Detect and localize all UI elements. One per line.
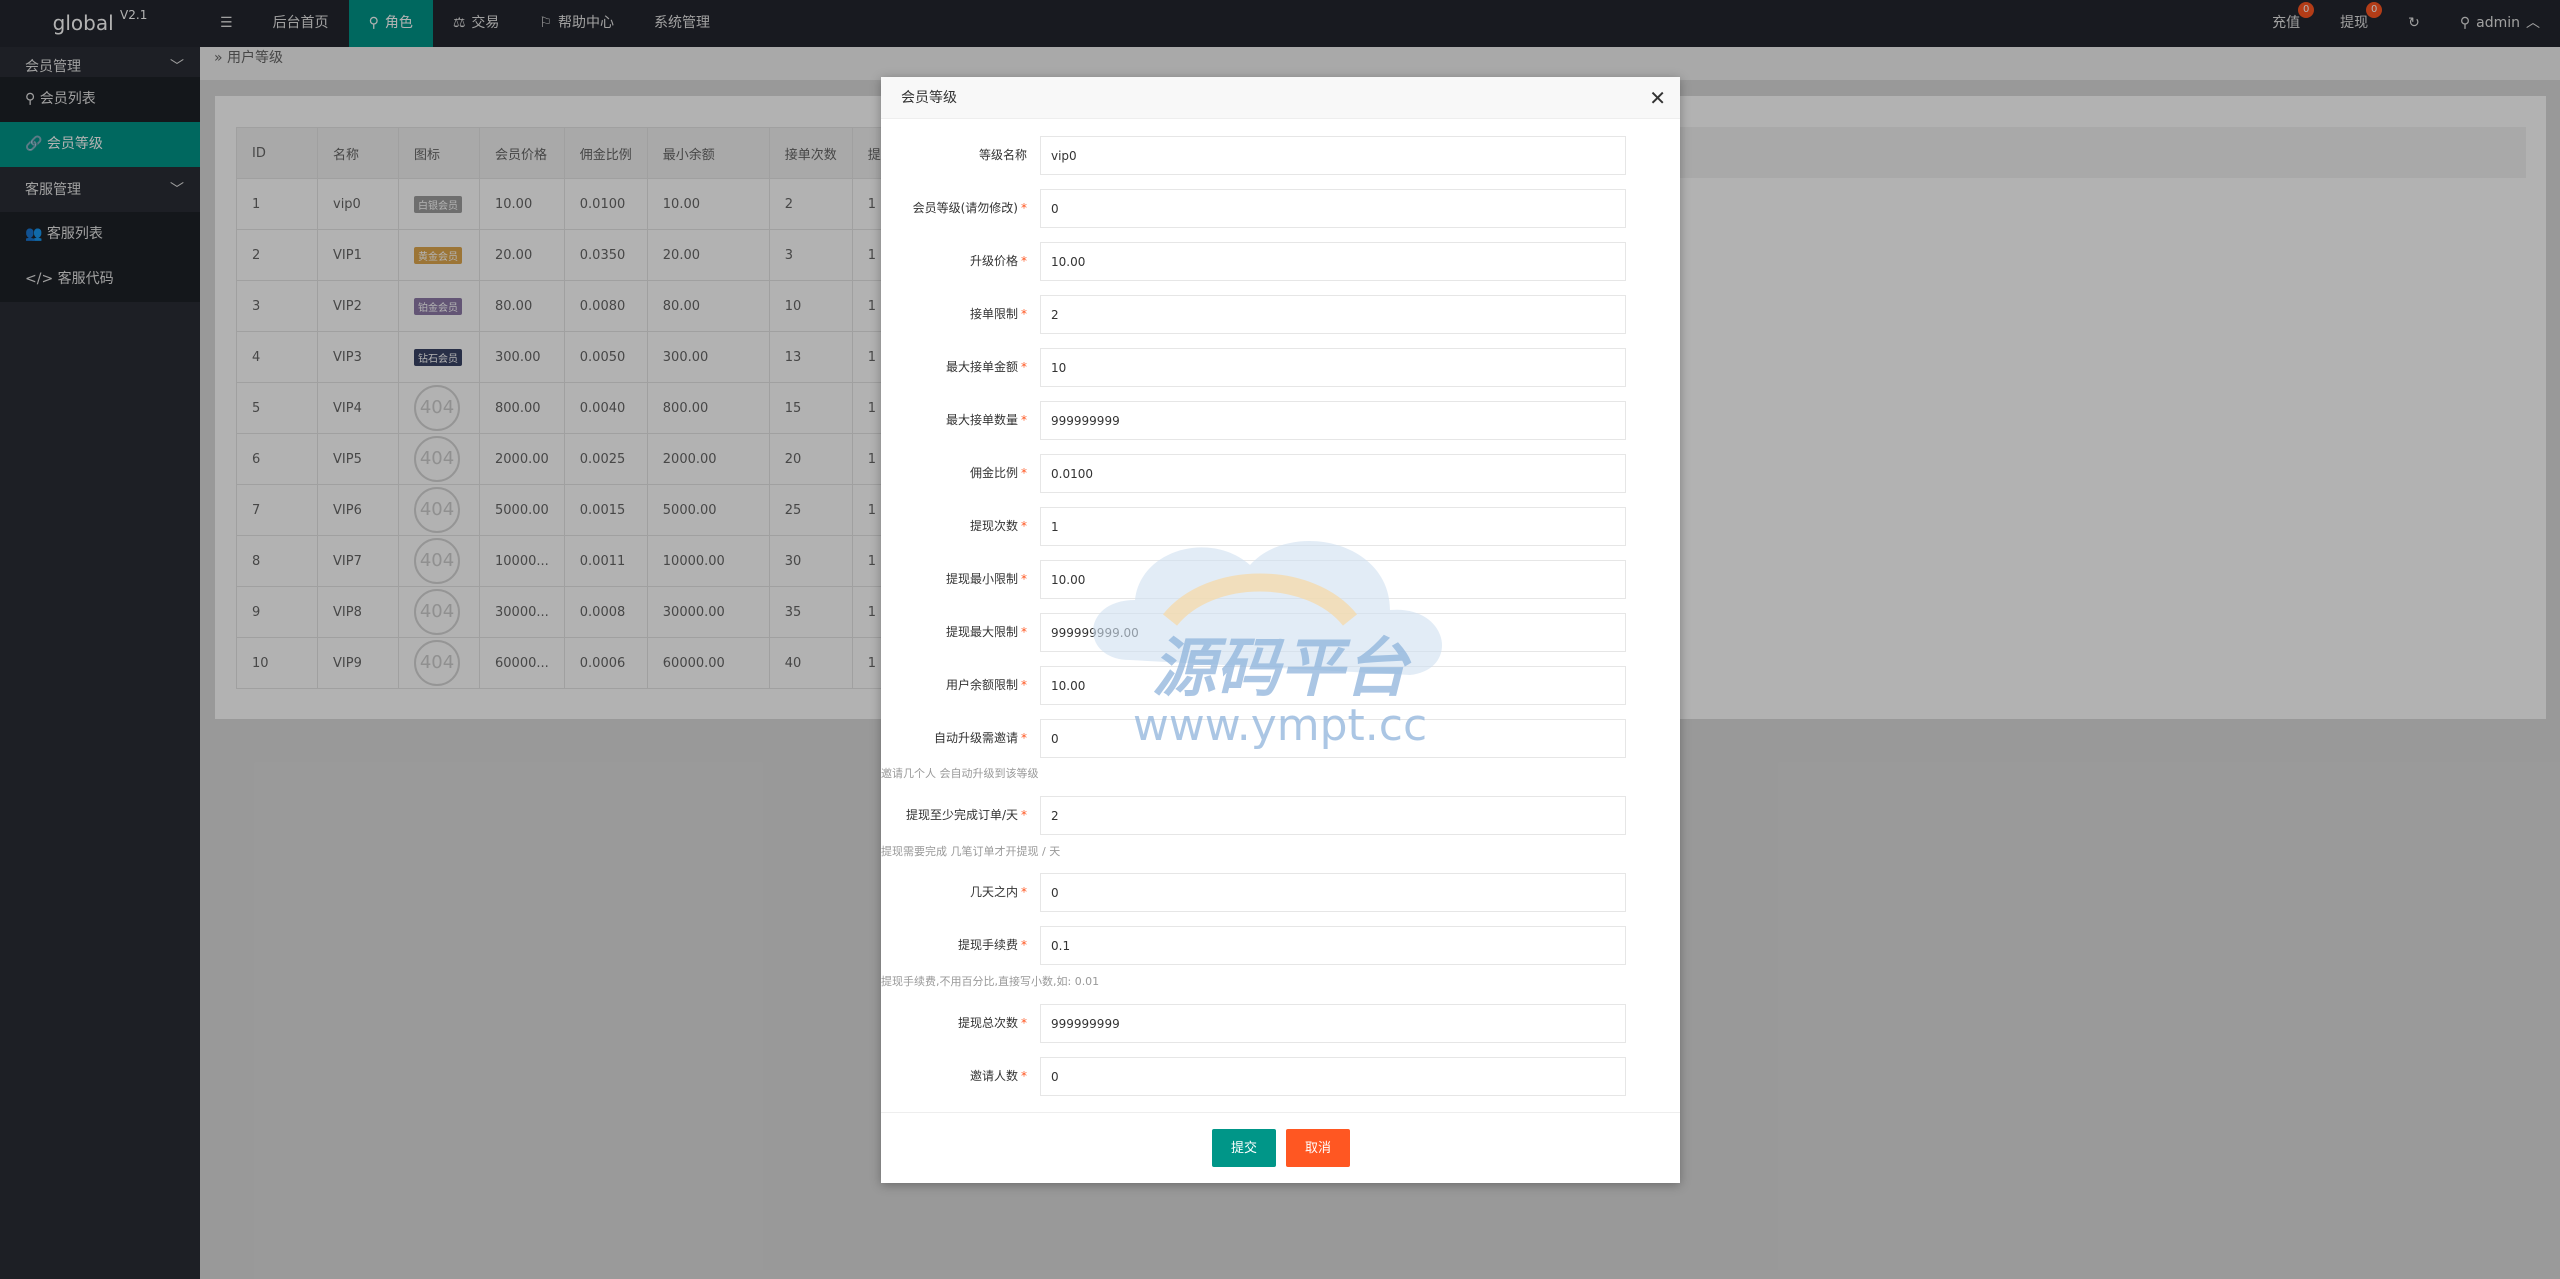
field-input[interactable]	[1040, 719, 1626, 758]
required-marker: *	[1021, 360, 1027, 374]
field-input[interactable]	[1040, 189, 1626, 228]
modal-footer-divider	[881, 1112, 1680, 1113]
form-field: 自动升级需邀请 *	[881, 719, 1680, 758]
required-marker: *	[1021, 678, 1027, 692]
form-field: 几天之内 *	[881, 873, 1680, 912]
required-marker: *	[1021, 625, 1027, 639]
field-input[interactable]	[1040, 295, 1626, 334]
field-input[interactable]	[1040, 1057, 1626, 1096]
field-input[interactable]	[1040, 613, 1626, 652]
field-input[interactable]	[1040, 926, 1626, 965]
field-label: 佣金比例 *	[969, 466, 1027, 480]
field-label: 升级价格 *	[969, 254, 1027, 268]
form-field: 提现至少完成订单/天 *	[881, 796, 1680, 835]
form-field: 会员等级(请勿修改) *	[881, 189, 1680, 228]
required-marker: *	[1021, 808, 1027, 822]
hint-withdraw: 提现需要完成 几笔订单才开提现 / 天	[881, 845, 1061, 858]
field-input[interactable]	[1040, 507, 1626, 546]
form-field: 最大接单金额 *	[881, 348, 1680, 387]
field-input[interactable]	[1040, 454, 1626, 493]
modal-title: 会员等级	[881, 77, 1680, 119]
field-label: 接单限制 *	[969, 307, 1027, 321]
form-field: 用户余额限制 *	[881, 666, 1680, 705]
required-marker: *	[1021, 466, 1027, 480]
level-edit-modal: 会员等级 ✕ 等级名称会员等级(请勿修改)* 升级价格* 接单限制* 最大接单金额* 最…	[881, 77, 1680, 1183]
required-marker: *	[1021, 519, 1027, 533]
required-marker: *	[1021, 254, 1027, 268]
required-marker: *	[1021, 201, 1027, 215]
form-field: 最大接单数量 *	[881, 401, 1680, 440]
field-input[interactable]	[1040, 1004, 1626, 1043]
field-label: 用户余额限制 *	[945, 678, 1027, 692]
field-input[interactable]	[1040, 401, 1626, 440]
form-field: 提现次数 *	[881, 507, 1680, 546]
field-input[interactable]	[1040, 136, 1626, 175]
field-label: 提现手续费 *	[957, 938, 1027, 952]
field-label: 提现次数 *	[969, 519, 1027, 533]
field-label: 自动升级需邀请 *	[933, 731, 1027, 745]
field-input[interactable]	[1040, 873, 1626, 912]
required-marker: *	[1021, 572, 1027, 586]
field-label: 最大接单数量 *	[945, 413, 1027, 427]
field-label: 邀请人数 *	[969, 1069, 1027, 1083]
field-label: 提现最小限制 *	[945, 572, 1027, 586]
required-marker: *	[1021, 885, 1027, 899]
hint-fee: 提现手续费,不用百分比,直接写小数,如: 0.01	[881, 975, 1100, 988]
field-label: 会员等级(请勿修改) *	[912, 201, 1027, 215]
field-input[interactable]	[1040, 242, 1626, 281]
form-field: 邀请人数 *	[881, 1057, 1680, 1096]
field-input[interactable]	[1040, 348, 1626, 387]
required-marker: *	[1021, 938, 1027, 952]
form-field: 提现最大限制 *	[881, 613, 1680, 652]
required-marker: *	[1021, 1069, 1027, 1083]
field-label: 提现总次数 *	[957, 1016, 1027, 1030]
field-input[interactable]	[1040, 560, 1626, 599]
required-marker: *	[1021, 413, 1027, 427]
form-field: 接单限制 *	[881, 295, 1680, 334]
form-field: 升级价格 *	[881, 242, 1680, 281]
form-field: 佣金比例 *	[881, 454, 1680, 493]
field-label: 提现最大限制 *	[945, 625, 1027, 639]
form-field: 提现最小限制 *	[881, 560, 1680, 599]
cancel-button[interactable]: 取消	[1286, 1129, 1350, 1167]
required-marker: *	[1021, 307, 1027, 321]
field-label: 等级名称	[978, 148, 1027, 162]
form-field: 等级名称	[881, 136, 1680, 175]
field-label: 提现至少完成订单/天 *	[905, 808, 1027, 822]
field-input[interactable]	[1040, 796, 1626, 835]
form-field: 提现手续费 *	[881, 926, 1680, 965]
field-input[interactable]	[1040, 666, 1626, 705]
field-label: 最大接单金额 *	[945, 360, 1027, 374]
form-field: 提现总次数 *	[881, 1004, 1680, 1043]
hint-invite: 邀请几个人 会自动升级到该等级	[881, 767, 1039, 780]
required-marker: *	[1021, 731, 1027, 745]
submit-button[interactable]: 提交	[1212, 1129, 1276, 1167]
close-icon[interactable]: ✕	[1649, 77, 1666, 119]
field-label: 几天之内 *	[969, 885, 1027, 899]
required-marker: *	[1021, 1016, 1027, 1030]
